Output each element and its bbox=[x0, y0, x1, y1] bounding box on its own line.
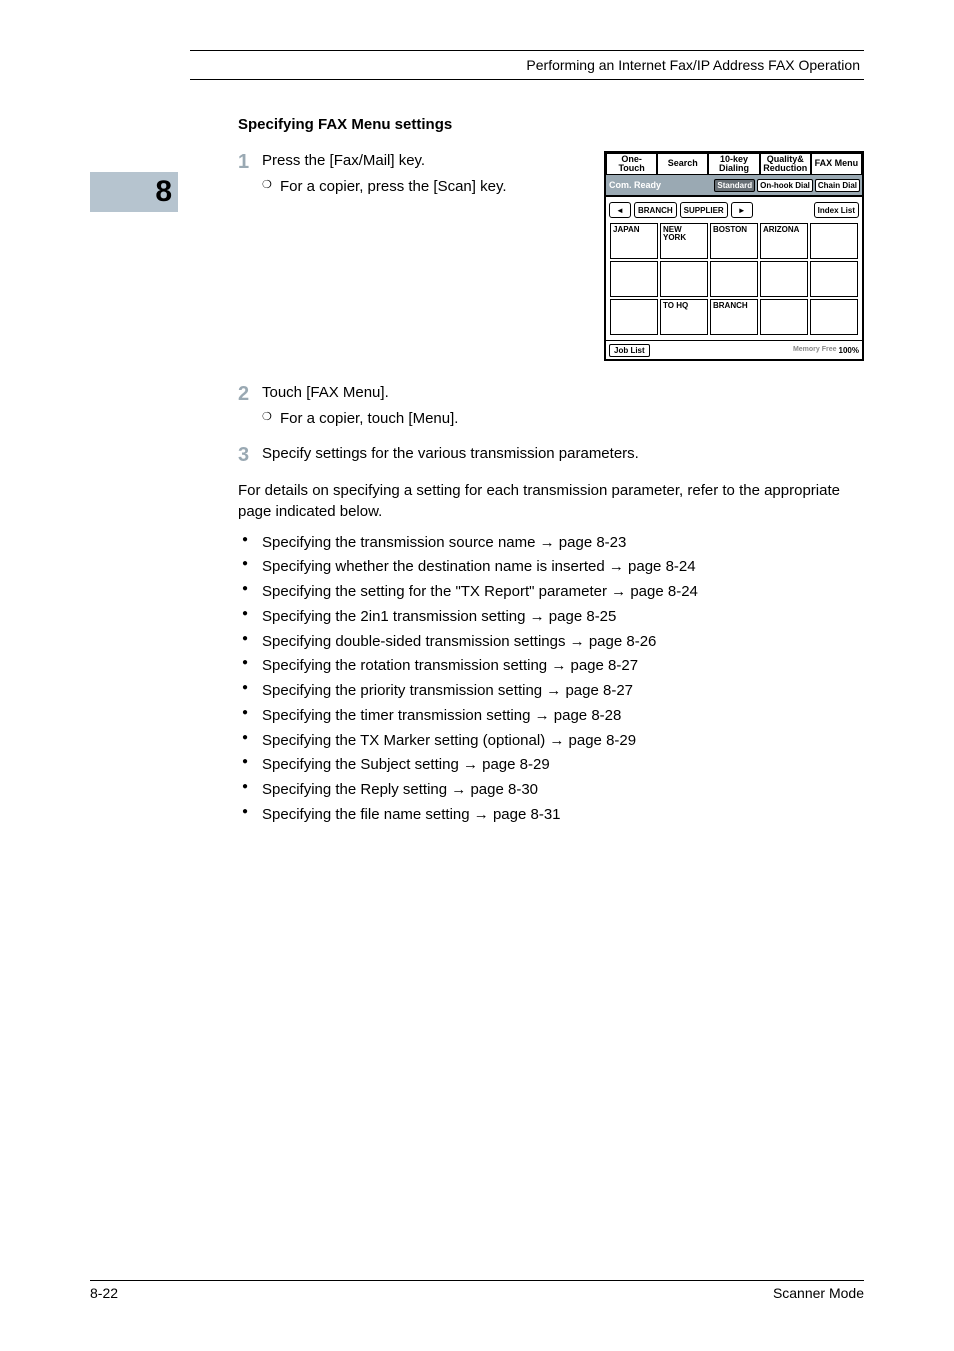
arrow-right-icon: ► bbox=[738, 206, 746, 215]
status-text: Com. Ready bbox=[608, 180, 712, 190]
tab-search[interactable]: Search bbox=[657, 153, 708, 175]
step-3: 3 Specify settings for the various trans… bbox=[238, 444, 864, 466]
step-text: Specify settings for the various transmi… bbox=[262, 444, 864, 464]
step-number: 1 bbox=[238, 151, 262, 198]
chapter-number-badge: 8 bbox=[90, 172, 178, 212]
list-item: Specifying double-sided transmission set… bbox=[238, 631, 864, 653]
step-subnote: ❍ For a copier, touch [Menu]. bbox=[262, 409, 864, 429]
onetouch-cell[interactable]: ARIZONA bbox=[760, 223, 808, 259]
memory-value: 100% bbox=[839, 346, 859, 355]
step-text: Press the [Fax/Mail] key. bbox=[262, 151, 586, 171]
memory-label: Memory Free bbox=[793, 347, 837, 353]
list-item: Specifying the setting for the "TX Repor… bbox=[238, 581, 864, 603]
status-standard[interactable]: Standard bbox=[714, 179, 755, 192]
step-number: 2 bbox=[238, 383, 262, 430]
onetouch-cell[interactable] bbox=[760, 261, 808, 297]
list-item: Specifying the priority transmission set… bbox=[238, 680, 864, 702]
tab-quality-reduction[interactable]: Quality& Reduction bbox=[760, 153, 811, 175]
onetouch-cell[interactable] bbox=[610, 261, 658, 297]
device-screen: One-Touch Search 10-key Dialing Quality&… bbox=[604, 151, 864, 361]
tab-fax-menu[interactable]: FAX Menu bbox=[811, 153, 862, 175]
subnote-marker-icon: ❍ bbox=[262, 409, 280, 429]
list-item: Specifying the Subject setting → page 8-… bbox=[238, 754, 864, 776]
onetouch-cell[interactable]: BRANCH bbox=[710, 299, 758, 335]
list-item: Specifying the timer transmission settin… bbox=[238, 705, 864, 727]
detail-paragraph: For details on specifying a setting for … bbox=[238, 480, 864, 522]
step-text: Touch [FAX Menu]. bbox=[262, 383, 864, 403]
onetouch-cell[interactable] bbox=[710, 261, 758, 297]
job-list-button[interactable]: Job List bbox=[609, 344, 650, 357]
reference-list: Specifying the transmission source name … bbox=[238, 532, 864, 826]
list-item: Specifying the TX Marker setting (option… bbox=[238, 730, 864, 752]
list-item: Specifying whether the destination name … bbox=[238, 556, 864, 578]
status-onhook-dial[interactable]: On-hook Dial bbox=[757, 179, 813, 192]
nav-supplier-button[interactable]: SUPPLIER bbox=[680, 202, 728, 218]
page-footer: 8-22 Scanner Mode bbox=[90, 1280, 864, 1301]
onetouch-cell[interactable] bbox=[660, 261, 708, 297]
device-footer-row: Job List Memory Free 100% bbox=[606, 340, 862, 359]
nav-branch-button[interactable]: BRANCH bbox=[634, 202, 677, 218]
list-item: Specifying the 2in1 transmission setting… bbox=[238, 606, 864, 628]
page-number: 8-22 bbox=[90, 1285, 118, 1301]
chapter-number: 8 bbox=[155, 175, 172, 209]
step-subnote: ❍ For a copier, press the [Scan] key. bbox=[262, 177, 586, 197]
list-item: Specifying the transmission source name … bbox=[238, 532, 864, 554]
device-nav-row: ◄ BRANCH SUPPLIER ► Index List bbox=[606, 195, 862, 220]
onetouch-cell[interactable] bbox=[810, 261, 858, 297]
index-list-button[interactable]: Index List bbox=[814, 202, 859, 218]
list-item: Specifying the rotation transmission set… bbox=[238, 655, 864, 677]
step-1: 1 Press the [Fax/Mail] key. ❍ For a copi… bbox=[238, 151, 586, 198]
arrow-left-icon: ◄ bbox=[616, 206, 624, 215]
onetouch-cell[interactable] bbox=[760, 299, 808, 335]
onetouch-cell[interactable] bbox=[810, 299, 858, 335]
running-header: Performing an Internet Fax/IP Address FA… bbox=[190, 50, 864, 80]
onetouch-cell[interactable]: BOSTON bbox=[710, 223, 758, 259]
section-heading: Specifying FAX Menu settings bbox=[238, 116, 864, 133]
tab-10key-dialing[interactable]: 10-key Dialing bbox=[708, 153, 759, 175]
list-item: Specifying the file name setting → page … bbox=[238, 804, 864, 826]
running-header-text: Performing an Internet Fax/IP Address FA… bbox=[526, 57, 860, 73]
prev-arrow-button[interactable]: ◄ bbox=[609, 202, 631, 218]
subnote-marker-icon: ❍ bbox=[262, 177, 280, 197]
subnote-text: For a copier, press the [Scan] key. bbox=[280, 177, 586, 197]
device-top-tabs: One-Touch Search 10-key Dialing Quality&… bbox=[606, 153, 862, 175]
memory-indicator: Memory Free 100% bbox=[793, 346, 859, 355]
device-status-row: Com. Ready Standard On-hook Dial Chain D… bbox=[606, 175, 862, 195]
status-chain-dial[interactable]: Chain Dial bbox=[815, 179, 860, 192]
onetouch-cell[interactable]: NEW YORK bbox=[660, 223, 708, 259]
next-arrow-button[interactable]: ► bbox=[731, 202, 753, 218]
one-touch-grid: JAPAN NEW YORK BOSTON ARIZONA bbox=[606, 220, 862, 340]
tab-one-touch[interactable]: One-Touch bbox=[606, 153, 657, 175]
onetouch-cell[interactable] bbox=[610, 299, 658, 335]
footer-title: Scanner Mode bbox=[773, 1285, 864, 1301]
step-number: 3 bbox=[238, 444, 262, 466]
onetouch-cell[interactable]: TO HQ bbox=[660, 299, 708, 335]
list-item: Specifying the Reply setting → page 8-30 bbox=[238, 779, 864, 801]
step-2: 2 Touch [FAX Menu]. ❍ For a copier, touc… bbox=[238, 383, 864, 430]
onetouch-cell[interactable] bbox=[810, 223, 858, 259]
subnote-text: For a copier, touch [Menu]. bbox=[280, 409, 864, 429]
onetouch-cell[interactable]: JAPAN bbox=[610, 223, 658, 259]
